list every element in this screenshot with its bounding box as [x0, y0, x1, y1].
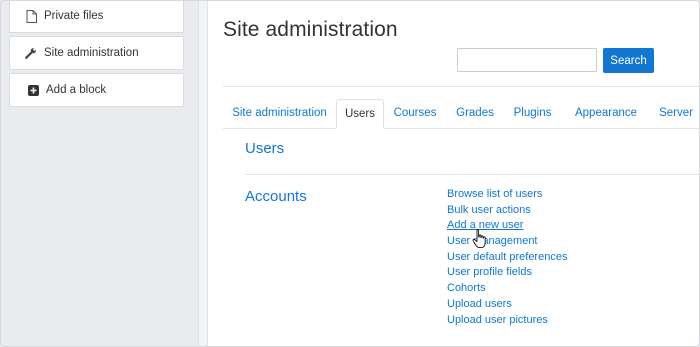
list-item: Bulk user actions	[447, 203, 567, 219]
tab-site-administration[interactable]: Site administration	[223, 99, 336, 128]
link-add-a-new-user[interactable]: Add a new user	[447, 219, 523, 231]
tab-plugins[interactable]: Plugins	[504, 99, 561, 128]
link-user-default-preferences[interactable]: User default preferences	[447, 251, 567, 263]
link-bulk-user-actions[interactable]: Bulk user actions	[447, 204, 531, 216]
page-title: Site administration	[223, 18, 398, 41]
sidebar-item-label: Site administration	[44, 47, 139, 59]
accounts-link-list: Browse list of users Bulk user actions A…	[447, 187, 567, 328]
sidebar-item-private-files[interactable]: Private files	[9, 1, 184, 33]
tab-server[interactable]: Server	[651, 99, 699, 128]
list-item: User management	[447, 234, 567, 250]
main-content: Site administration Search Site administ…	[208, 1, 699, 346]
section-heading-users[interactable]: Users	[245, 140, 284, 157]
window-frame: Private files Site administration Add a …	[0, 0, 700, 347]
sidebar-item-label: Private files	[44, 10, 104, 22]
sidebar-item-site-administration[interactable]: Site administration	[9, 36, 184, 70]
list-item: Upload user pictures	[447, 313, 567, 329]
tab-users[interactable]: Users	[336, 99, 384, 129]
list-item: User profile fields	[447, 265, 567, 281]
link-upload-users[interactable]: Upload users	[447, 298, 512, 310]
admin-tabs: Site administration Users Courses Grades…	[223, 99, 699, 129]
list-item: Browse list of users	[447, 187, 567, 203]
file-icon	[24, 9, 38, 23]
left-navigation: Private files Site administration Add a …	[1, 1, 198, 346]
header-divider	[223, 86, 699, 87]
column-divider	[198, 1, 208, 346]
plus-square-icon	[26, 83, 40, 97]
search-button[interactable]: Search	[603, 48, 654, 73]
tab-appearance[interactable]: Appearance	[561, 99, 651, 128]
link-user-management[interactable]: User management	[447, 235, 538, 247]
tab-courses[interactable]: Courses	[384, 99, 446, 128]
sidebar-item-label: Add a block	[46, 84, 107, 96]
link-browse-list-of-users[interactable]: Browse list of users	[447, 188, 542, 200]
link-user-profile-fields[interactable]: User profile fields	[447, 266, 532, 278]
search-input[interactable]	[457, 48, 597, 72]
wrench-icon	[24, 46, 38, 60]
list-item: Add a new user	[447, 218, 567, 234]
list-item: Upload users	[447, 297, 567, 313]
link-upload-user-pictures[interactable]: Upload user pictures	[447, 314, 548, 326]
sidebar-item-add-a-block[interactable]: Add a block	[9, 73, 184, 107]
section-divider	[245, 174, 699, 175]
list-item: Cohorts	[447, 281, 567, 297]
list-item: User default preferences	[447, 250, 567, 266]
link-cohorts[interactable]: Cohorts	[447, 282, 486, 294]
tab-grades[interactable]: Grades	[446, 99, 504, 128]
category-heading-accounts[interactable]: Accounts	[245, 188, 307, 205]
